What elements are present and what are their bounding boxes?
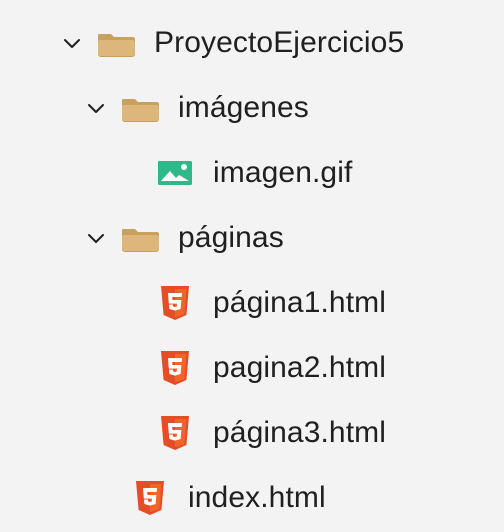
tree-item-paginas[interactable]: páginas	[0, 205, 504, 270]
html5-file-icon	[155, 348, 195, 388]
tree-item-label: imágenes	[178, 90, 309, 124]
tree-item-label: imagen.gif	[213, 155, 353, 189]
folder-open-icon	[96, 23, 136, 63]
image-file-icon	[155, 153, 195, 193]
folder-open-icon	[120, 218, 160, 258]
tree-item-imagen-gif[interactable]: imagen.gif	[0, 140, 504, 205]
folder-open-icon	[120, 88, 160, 128]
html5-file-icon	[130, 478, 170, 518]
tree-item-index-html[interactable]: index.html	[0, 465, 504, 530]
chevron-down-icon[interactable]	[58, 29, 86, 57]
tree-item-label: index.html	[188, 480, 326, 514]
tree-item-proyecto-ejercicio5[interactable]: ProyectoEjercicio5	[0, 10, 504, 75]
chevron-down-icon[interactable]	[82, 224, 110, 252]
tree-item-pagina3-html[interactable]: página3.html	[0, 400, 504, 465]
tree-item-label: pagina2.html	[213, 350, 386, 384]
tree-item-pagina1-html[interactable]: página1.html	[0, 270, 504, 335]
html5-file-icon	[155, 413, 195, 453]
tree-item-label: ProyectoEjercicio5	[154, 25, 405, 59]
tree-item-label: página1.html	[213, 285, 386, 319]
chevron-down-icon[interactable]	[82, 94, 110, 122]
tree-item-imagenes[interactable]: imágenes	[0, 75, 504, 140]
tree-item-label: páginas	[178, 220, 284, 254]
file-explorer-tree: ProyectoEjercicio5 imágenes imagen.gif p…	[0, 0, 504, 532]
tree-item-pagina2-html[interactable]: pagina2.html	[0, 335, 504, 400]
html5-file-icon	[155, 283, 195, 323]
tree-item-label: página3.html	[213, 415, 386, 449]
